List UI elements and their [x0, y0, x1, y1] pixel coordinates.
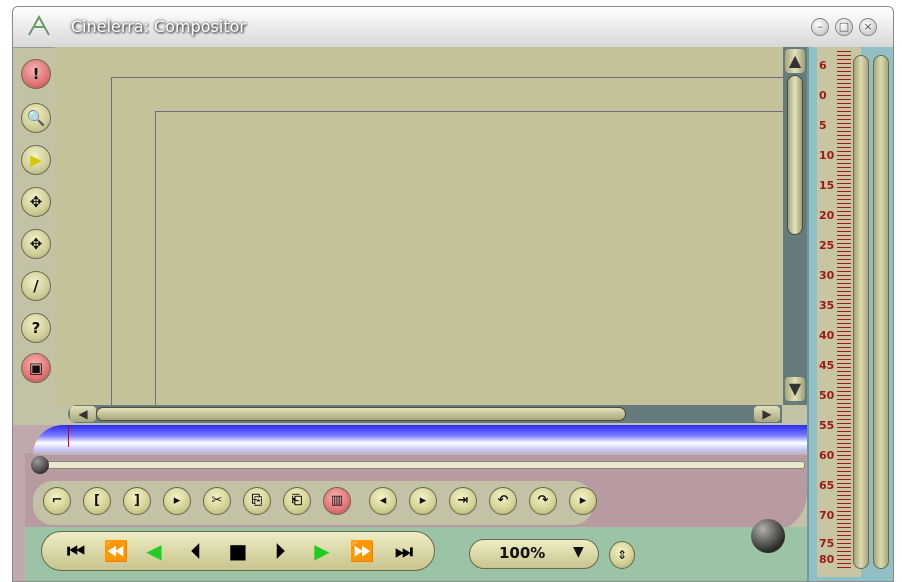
meters-icon[interactable]: ▥: [323, 487, 351, 515]
position-slider[interactable]: [41, 461, 805, 469]
stop-icon[interactable]: ■: [223, 537, 253, 565]
horizontal-scrollbar[interactable]: ◀ ▶: [68, 405, 782, 423]
meter-label: 45: [819, 359, 835, 372]
meter-label: 50: [819, 389, 835, 402]
meter-label: 15: [819, 179, 835, 192]
play-reverse-icon[interactable]: ◀: [139, 537, 169, 565]
paste-icon[interactable]: ⎗: [283, 487, 311, 515]
goto-start-icon[interactable]: ⏮: [61, 537, 91, 565]
minimize-button[interactable]: –: [811, 18, 829, 36]
meter-label: 20: [819, 209, 835, 222]
camera-icon[interactable]: ✥: [21, 187, 51, 217]
video-canvas[interactable]: [55, 47, 816, 422]
protect-icon[interactable]: !: [21, 59, 51, 89]
mask-icon[interactable]: ▶: [21, 145, 51, 175]
meter-label: 5: [819, 119, 827, 132]
window-title: Cinelerra: Compositor: [71, 17, 246, 36]
redo-icon[interactable]: ↷: [529, 487, 557, 515]
vertical-scrollbar[interactable]: ▲ ▼: [783, 47, 807, 405]
frame-back-icon[interactable]: ⏴: [181, 537, 211, 565]
maximize-button[interactable]: □: [835, 18, 853, 36]
scroll-right-arrow[interactable]: ▶: [754, 406, 780, 422]
scroll-down-arrow[interactable]: ▼: [785, 377, 805, 401]
ball-decoration: [751, 519, 785, 553]
zoom-value: 100%: [499, 544, 546, 562]
meter-label: 30: [819, 269, 835, 282]
horizontal-scroll-thumb[interactable]: [96, 407, 626, 421]
zoom-dropdown-icon[interactable]: ▼: [573, 544, 584, 560]
title-bar[interactable]: Cinelerra: Compositor – □ ×: [13, 7, 893, 48]
meter-label: 0: [819, 89, 827, 102]
zoom-stepper-icon[interactable]: ⇕: [609, 541, 635, 569]
keyframe-icon[interactable]: ⌐: [43, 487, 71, 515]
safe-region-icon[interactable]: ▣: [21, 353, 51, 383]
meter-label: 80: [819, 553, 835, 566]
scroll-left-arrow[interactable]: ◀: [70, 406, 96, 422]
goto-end-icon[interactable]: ⏭: [389, 537, 419, 565]
next-edit-icon[interactable]: ▸: [569, 487, 597, 515]
crop-icon[interactable]: /: [21, 271, 51, 301]
in-point-icon[interactable]: [: [83, 487, 111, 515]
meter-label: 10: [819, 149, 835, 162]
meter-label: 65: [819, 479, 835, 492]
meter-label: 40: [819, 329, 835, 342]
help-icon[interactable]: ?: [21, 313, 51, 343]
meter-scale: 6 0 5 10 15 20 25 30 35 40 45 50 55 60 6…: [819, 53, 855, 573]
audio-meter-right: [873, 55, 889, 569]
meter-label: 60: [819, 449, 835, 462]
scroll-up-arrow[interactable]: ▲: [785, 49, 805, 73]
prev-label-icon[interactable]: ◂: [369, 487, 397, 515]
meter-label: 6: [819, 59, 827, 72]
meter-label: 25: [819, 239, 835, 252]
to-clip-icon[interactable]: ⇥: [449, 487, 477, 515]
app-icon: [28, 15, 50, 36]
fast-rewind-icon[interactable]: ⏪: [101, 537, 131, 565]
frame-forward-icon[interactable]: ⏵: [265, 537, 295, 565]
meter-label: 70: [819, 509, 835, 522]
cut-icon[interactable]: ✂: [203, 487, 231, 515]
tool-sidebar: ! 🔍 ▶ ✥ ✥ / ? ▣: [13, 47, 58, 427]
vertical-scroll-thumb[interactable]: [787, 75, 803, 235]
fast-forward-icon[interactable]: ⏩: [347, 537, 377, 565]
meter-label: 55: [819, 419, 835, 432]
timebar[interactable]: [33, 425, 807, 455]
compositor-window: Cinelerra: Compositor – □ × ! 🔍 ▶ ✥ ✥ / …: [12, 6, 894, 582]
label-icon[interactable]: ▸: [163, 487, 191, 515]
meter-label: 35: [819, 299, 835, 312]
next-label-icon[interactable]: ▸: [409, 487, 437, 515]
playhead-marker[interactable]: [68, 425, 69, 447]
position-slider-knob[interactable]: [31, 456, 49, 474]
projector-icon[interactable]: ✥: [21, 229, 51, 259]
copy-icon[interactable]: ⎘: [243, 487, 271, 515]
close-button[interactable]: ×: [859, 18, 877, 36]
zoom-icon[interactable]: 🔍: [21, 103, 51, 133]
action-safe-frame: [155, 111, 816, 422]
play-icon[interactable]: ▶: [307, 537, 337, 565]
out-point-icon[interactable]: ]: [123, 487, 151, 515]
meter-label: 75: [819, 537, 835, 550]
audio-meter-left: [853, 55, 869, 569]
undo-icon[interactable]: ↶: [489, 487, 517, 515]
